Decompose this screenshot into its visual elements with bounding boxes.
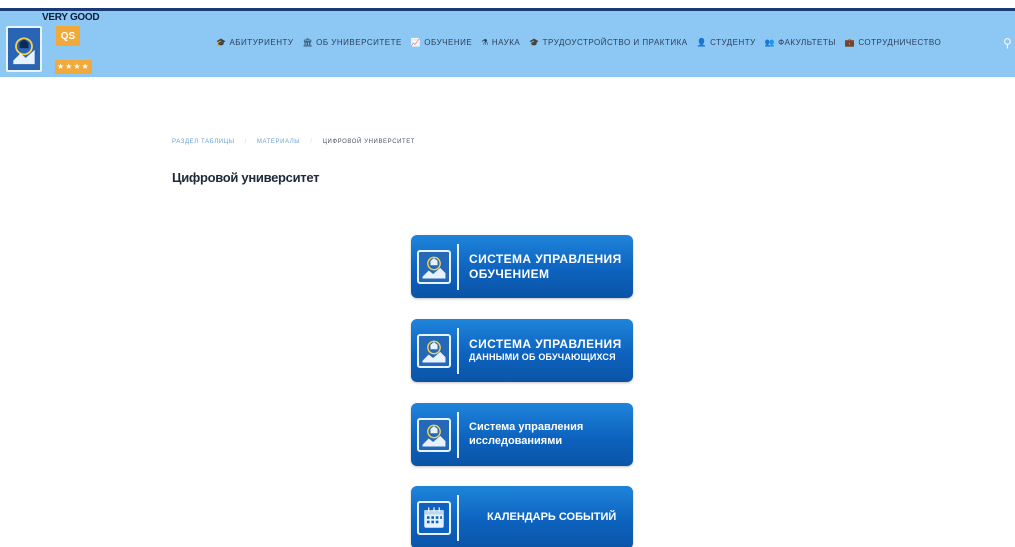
breadcrumb-link-materials[interactable]: МАТЕРИАЛЫ [257,139,300,145]
nav-item-abiturientu[interactable]: 🎓 АБИТУРИЕНТУ [216,38,293,47]
nav-item-label: ОБ УНИВЕРСИТЕТЕ [316,38,402,47]
nav-item-cooperation[interactable]: 💼 СОТРУДНИЧЕСТВО [845,38,941,47]
nav-item-label: ОБУЧЕНИЕ [424,38,473,47]
university-emblem-icon [6,26,42,72]
university-icon: 🏛 [302,38,314,47]
nav-item-about[interactable]: 🏛 ОБ УНИВЕРСИТЕТЕ [302,38,401,47]
student-icon: 👤 [696,38,708,47]
calendar-icon [417,500,451,535]
nav-item-education[interactable]: 📈 ОБУЧЕНИЕ [411,38,472,47]
breadcrumb-link-section[interactable]: РАЗДЕЛ ТАБЛИЦЫ [172,139,235,145]
rating-badge-text: VERY GOOD [42,12,100,23]
tile-student-data-management[interactable]: СИСТЕМА УПРАВЛЕНИЯ ДАННЫМИ ОБ ОБУЧАЮЩИХС… [411,319,633,382]
mortarboard-icon: 🎓 [529,38,540,47]
nav-item-label: СТУДЕНТУ [710,38,756,47]
tile-divider [457,411,459,458]
site-logo[interactable]: VERY GOOD QS ★★★★ [6,12,100,76]
tile-label: КАЛЕНДАРЬ СОБЫТИЙ [487,511,616,525]
nav-item-label: НАУКА [491,38,521,47]
flask-icon: ⚗ [481,38,489,47]
nav-item-faculties[interactable]: 👥 ФАКУЛЬТЕТЫ [765,38,836,47]
university-emblem-icon [417,417,451,452]
tile-line1: КАЛЕНДАРЬ СОБЫТИЙ [487,510,617,523]
university-emblem-icon [417,333,451,368]
breadcrumb-separator: / [310,139,313,145]
briefcase-icon: 💼 [844,38,856,47]
breadcrumb: РАЗДЕЛ ТАБЛИЦЫ / МАТЕРИАЛЫ / ЦИФРОВОЙ УН… [172,139,415,145]
main-nav: 🎓 АБИТУРИЕНТУ 🏛 ОБ УНИВЕРСИТЕТЕ 📈 ОБУЧЕН… [216,38,941,47]
tile-divider [457,494,459,541]
nav-item-career[interactable]: 🎓 ТРУДОУСТРОЙСТВО И ПРАКТИКА [529,38,687,47]
qs-badge: QS [56,26,80,46]
university-emblem-icon [417,249,451,284]
nav-item-student[interactable]: 👤 СТУДЕНТУ [697,38,756,47]
tile-research-management[interactable]: Система управления исследованиями [411,403,633,466]
tile-label: СИСТЕМА УПРАВЛЕНИЯ ДАННЫМИ ОБ ОБУЧАЮЩИХС… [469,337,622,363]
nav-item-label: АБИТУРИЕНТУ [229,38,294,47]
chart-icon: 📈 [410,38,422,47]
people-icon: 👥 [764,38,776,47]
nav-item-science[interactable]: ⚗ НАУКА [481,38,520,47]
nav-item-label: ФАКУЛЬТЕТЫ [778,38,836,47]
tile-line2: ДАННЫМИ ОБ ОБУЧАЮЩИХСЯ [469,352,616,363]
tile-line1: СИСТЕМА УПРАВЛЕНИЯ [469,337,622,352]
tile-divider [457,327,459,374]
graduation-cap-icon: 🎓 [216,38,227,47]
tile-line1: Система управления [469,420,584,433]
nav-item-label: ТРУДОУСТРОЙСТВО И ПРАКТИКА [542,38,688,47]
nav-item-label: СОТРУДНИЧЕСТВО [858,38,942,47]
tile-label: СИСТЕМА УПРАВЛЕНИЯ ОБУЧЕНИЕМ [469,252,622,282]
search-icon[interactable]: ⚲ [1003,36,1015,50]
tile-label: Система управления исследованиями [469,421,583,449]
breadcrumb-separator: / [244,139,247,145]
tile-events-calendar[interactable]: КАЛЕНДАРЬ СОБЫТИЙ [411,486,633,547]
breadcrumb-current: ЦИФРОВОЙ УНИВЕРСИТЕТ [322,139,416,145]
rating-stars: ★★★★ [55,60,92,74]
tile-divider [457,243,459,290]
page-title: Цифровой университет [172,170,320,185]
tile-line1: СИСТЕМА УПРАВЛЕНИЯ [469,251,622,266]
tile-learning-management[interactable]: СИСТЕМА УПРАВЛЕНИЯ ОБУЧЕНИЕМ [411,235,633,298]
tile-line2: ОБУЧЕНИЕМ [469,266,550,281]
tile-line2: исследованиями [469,434,563,447]
